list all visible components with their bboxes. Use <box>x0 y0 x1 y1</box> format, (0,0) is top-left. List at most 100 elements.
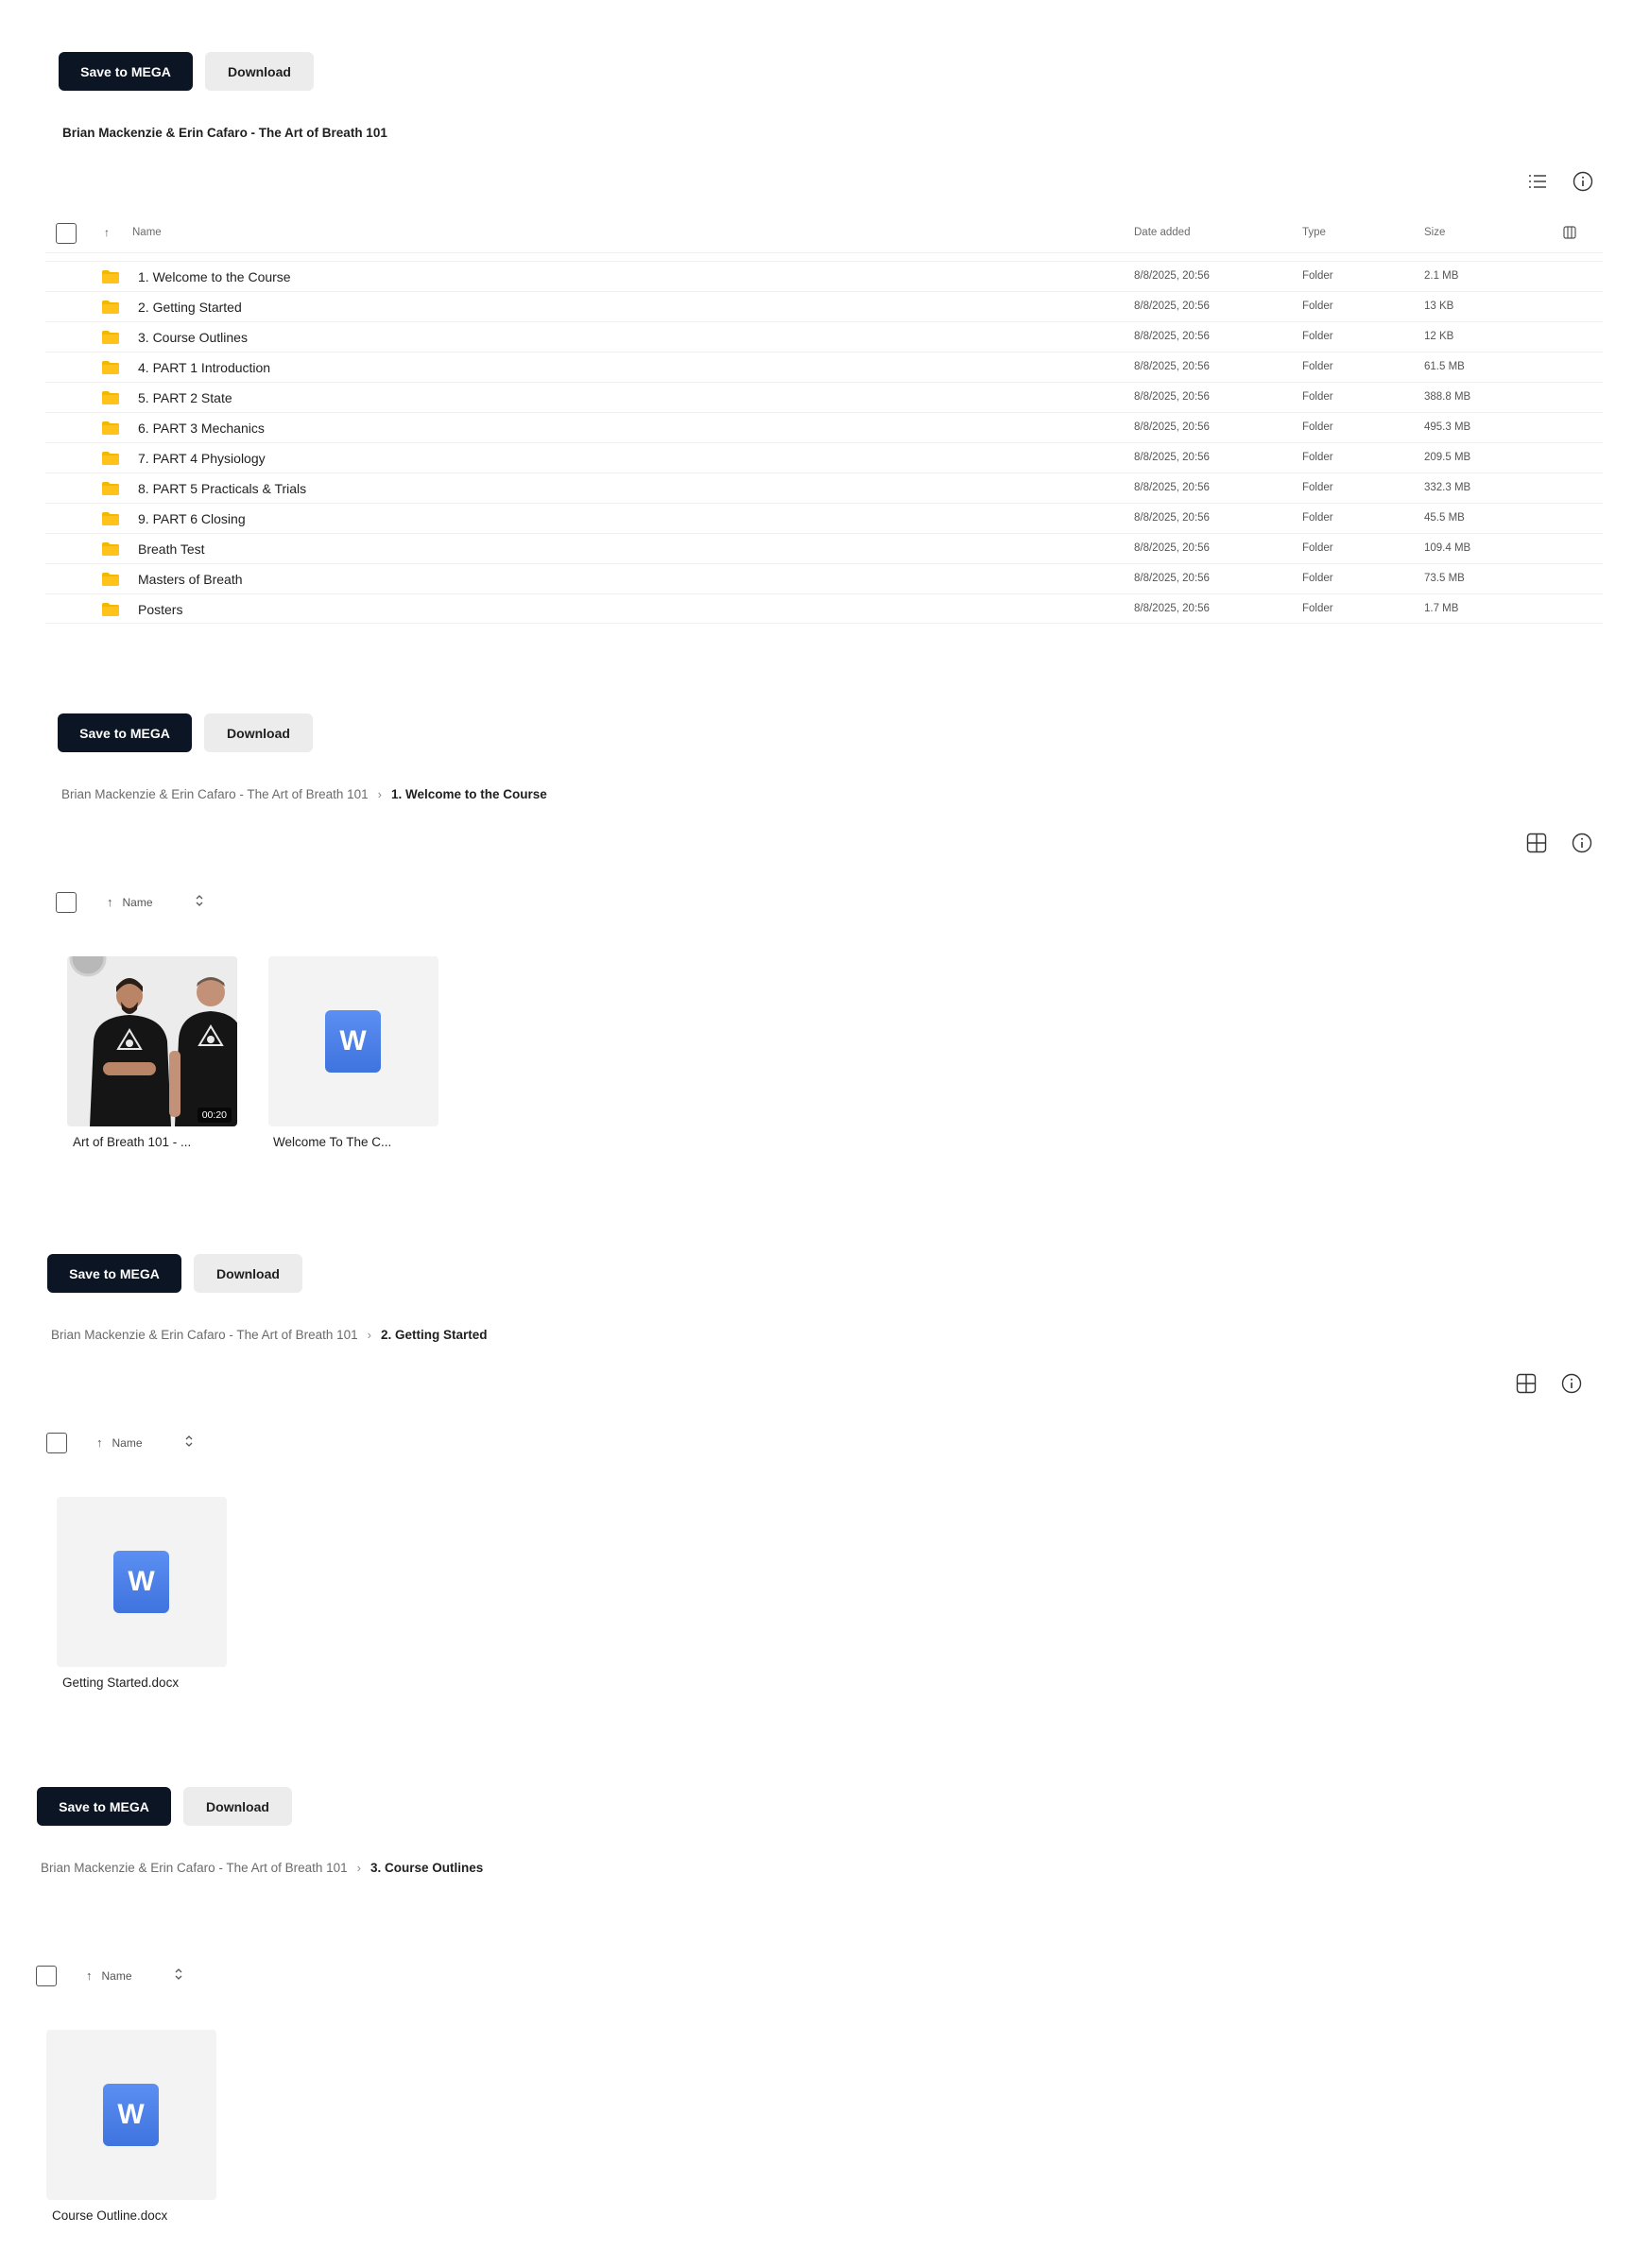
welcome-folder-panel: Save to MEGA Download Brian Mackenzie & … <box>0 699 1633 1191</box>
breadcrumb: Brian Mackenzie & Erin Cafaro - The Art … <box>41 1861 483 1875</box>
row-type: Folder <box>1302 391 1333 403</box>
row-size: 495.3 MB <box>1424 421 1471 433</box>
row-type: Folder <box>1302 361 1333 372</box>
table-row[interactable]: Posters 8/8/2025, 20:56 Folder 1.7 MB <box>45 593 1603 624</box>
folder-icon <box>102 542 119 556</box>
row-size: 388.8 MB <box>1424 391 1471 403</box>
row-name[interactable]: Masters of Breath <box>138 572 243 587</box>
row-size: 73.5 MB <box>1424 573 1465 584</box>
list-view-icon[interactable] <box>1524 168 1551 195</box>
file-label[interactable]: Art of Breath 101 - ... <box>73 1135 191 1149</box>
column-type[interactable]: Type <box>1302 227 1326 238</box>
breadcrumb-root[interactable]: Brian Mackenzie & Erin Cafaro - The Art … <box>41 1861 348 1875</box>
grid-view-icon[interactable] <box>1523 830 1550 856</box>
word-file-tile[interactable]: W <box>268 956 438 1126</box>
row-name[interactable]: 1. Welcome to the Course <box>138 269 291 284</box>
file-label[interactable]: Getting Started.docx <box>62 1675 179 1690</box>
row-type: Folder <box>1302 573 1333 584</box>
select-all-checkbox[interactable] <box>56 892 77 913</box>
folder-icon <box>102 482 119 495</box>
select-all-checkbox[interactable] <box>46 1433 67 1453</box>
save-to-mega-button[interactable]: Save to MEGA <box>37 1787 171 1826</box>
table-row[interactable]: 7. PART 4 Physiology 8/8/2025, 20:56 Folde… <box>45 442 1603 472</box>
row-name[interactable]: 5. PART 2 State <box>138 390 232 405</box>
row-name[interactable]: 2. Getting Started <box>138 300 242 315</box>
row-size: 2.1 MB <box>1424 270 1459 282</box>
file-label[interactable]: Course Outline.docx <box>52 2208 167 2223</box>
row-name[interactable]: 4. PART 1 Introduction <box>138 360 270 375</box>
table-row[interactable]: Masters of Breath 8/8/2025, 20:56 Folder 73… <box>45 563 1603 593</box>
download-button[interactable]: Download <box>204 713 313 752</box>
folder-icon <box>102 331 119 344</box>
video-thumbnail[interactable]: 00:20 <box>67 956 237 1126</box>
row-size: 12 KB <box>1424 331 1454 342</box>
table-row[interactable]: Breath Test 8/8/2025, 20:56 Folder 109.4 MB <box>45 533 1603 563</box>
row-size: 209.5 MB <box>1424 452 1471 463</box>
video-duration: 00:20 <box>197 1108 232 1123</box>
file-label[interactable]: Welcome To The C... <box>273 1135 391 1149</box>
row-type: Folder <box>1302 452 1333 463</box>
download-button[interactable]: Download <box>194 1254 302 1293</box>
row-size: 61.5 MB <box>1424 361 1465 372</box>
row-date: 8/8/2025, 20:56 <box>1134 391 1210 403</box>
sort-toggle-icon[interactable] <box>184 1435 194 1451</box>
save-to-mega-button[interactable]: Save to MEGA <box>47 1254 181 1293</box>
row-date: 8/8/2025, 20:56 <box>1134 270 1210 282</box>
getting-started-panel: Save to MEGA Download Brian Mackenzie & … <box>0 1240 1633 1731</box>
breadcrumb-root[interactable]: Brian Mackenzie & Erin Cafaro - The Art … <box>51 1328 358 1342</box>
sort-toggle-icon[interactable] <box>174 1967 183 1984</box>
folder-icon <box>102 573 119 586</box>
save-to-mega-button[interactable]: Save to MEGA <box>59 52 193 91</box>
row-date: 8/8/2025, 20:56 <box>1134 361 1210 372</box>
sort-toggle-icon[interactable] <box>195 894 204 910</box>
info-icon[interactable] <box>1558 1370 1585 1397</box>
table-row[interactable]: 9. PART 6 Closing 8/8/2025, 20:56 Folder 45… <box>45 503 1603 533</box>
column-size[interactable]: Size <box>1424 227 1445 238</box>
row-date: 8/8/2025, 20:56 <box>1134 301 1210 312</box>
sort-control[interactable]: ↑ Name <box>86 1967 183 1984</box>
table-row[interactable]: 4. PART 1 Introduction 8/8/2025, 20:56 Fol… <box>45 352 1603 382</box>
folder-icon <box>102 421 119 435</box>
table-row[interactable]: 5. PART 2 State 8/8/2025, 20:56 Folder 388.… <box>45 382 1603 412</box>
row-name[interactable]: 7. PART 4 Physiology <box>138 451 266 466</box>
row-type: Folder <box>1302 301 1333 312</box>
row-type: Folder <box>1302 270 1333 282</box>
sort-control[interactable]: ↑ Name <box>96 1435 194 1451</box>
sort-up-icon: ↑ <box>107 895 113 909</box>
word-file-tile[interactable]: W <box>46 2030 216 2200</box>
row-name[interactable]: Posters <box>138 602 182 617</box>
row-name[interactable]: 9. PART 6 Closing <box>138 511 246 526</box>
select-all-checkbox[interactable] <box>36 1966 57 1986</box>
column-date-added[interactable]: Date added <box>1134 227 1190 238</box>
info-icon[interactable] <box>1569 830 1595 856</box>
download-button[interactable]: Download <box>183 1787 292 1826</box>
info-icon[interactable] <box>1570 168 1596 195</box>
select-all-checkbox[interactable] <box>56 223 77 244</box>
table-row[interactable]: 8. PART 5 Practicals & Trials 8/8/2025, 2… <box>45 472 1603 503</box>
download-button[interactable]: Download <box>205 52 314 91</box>
breadcrumb-root[interactable]: Brian Mackenzie & Erin Cafaro - The Art … <box>61 787 369 801</box>
row-name[interactable]: 8. PART 5 Practicals & Trials <box>138 481 306 496</box>
word-file-tile[interactable]: W <box>57 1497 227 1667</box>
table-row[interactable]: 3. Course Outlines 8/8/2025, 20:56 Folder 1… <box>45 321 1603 352</box>
row-date: 8/8/2025, 20:56 <box>1134 512 1210 524</box>
grid-view-icon[interactable] <box>1513 1370 1539 1397</box>
sort-up-icon: ↑ <box>86 1968 93 1983</box>
table-row[interactable]: 1. Welcome to the Course 8/8/2025, 20:56 F… <box>45 261 1603 291</box>
folder-icon <box>102 270 119 284</box>
column-name[interactable]: Name <box>132 227 162 238</box>
row-date: 8/8/2025, 20:56 <box>1134 331 1210 342</box>
table-row[interactable]: 2. Getting Started 8/8/2025, 20:56 Folder 1… <box>45 291 1603 321</box>
row-name[interactable]: 3. Course Outlines <box>138 330 248 345</box>
save-to-mega-button[interactable]: Save to MEGA <box>58 713 192 752</box>
table-row[interactable]: 6. PART 3 Mechanics 8/8/2025, 20:56 Folder… <box>45 412 1603 442</box>
row-name[interactable]: 6. PART 3 Mechanics <box>138 421 265 436</box>
breadcrumb-current: 3. Course Outlines <box>370 1861 484 1875</box>
sort-control[interactable]: ↑ Name <box>107 894 204 910</box>
row-size: 13 KB <box>1424 301 1454 312</box>
breadcrumb: Brian Mackenzie & Erin Cafaro - The Art … <box>51 1328 488 1342</box>
sort-up-icon[interactable]: ↑ <box>104 226 110 239</box>
breadcrumb-current: 2. Getting Started <box>381 1328 488 1342</box>
row-name[interactable]: Breath Test <box>138 541 205 557</box>
columns-settings-icon[interactable] <box>1563 226 1576 244</box>
